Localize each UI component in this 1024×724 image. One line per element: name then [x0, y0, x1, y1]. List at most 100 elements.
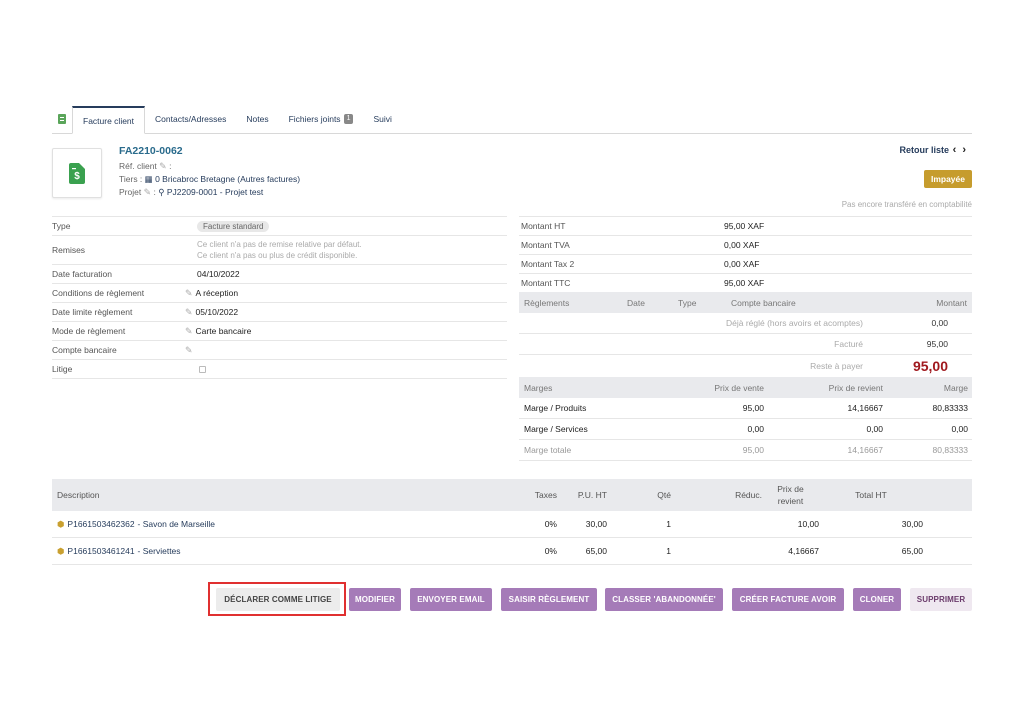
- invoice-info-table: Type Facture standard Remises Ce client …: [52, 216, 507, 379]
- nav-arrows: ‹›: [953, 144, 972, 156]
- edit-pencil-icon[interactable]: ✎: [185, 288, 193, 299]
- row-facture: Facturé 95,00: [519, 334, 972, 355]
- amounts-table: Montant HT 95,00 XAF Montant TVA 0,00 XAF …: [519, 216, 972, 293]
- remises-line2: Ce client n'a pas ou plus de crédit disp…: [197, 251, 358, 260]
- h-pr-line1: Prix de: [777, 484, 804, 494]
- margins-header: Marges Prix de vente Prix de revient Mar…: [519, 377, 972, 398]
- product-ref-link[interactable]: P1661503461241: [67, 546, 134, 556]
- projet-line: Projet ✎ : ⚲ PJ2209-0001 - Projet test: [119, 187, 263, 198]
- h-pr-line2: revient: [777, 496, 804, 506]
- h-prix-revient: Prix de revient: [828, 382, 883, 393]
- margin-row-total: Marge totale 95,00 14,16667 80,83333: [519, 440, 972, 461]
- date-fact-value: 04/10/2022: [197, 269, 240, 279]
- retour-liste-link[interactable]: Retour liste: [899, 145, 949, 155]
- date-fact-label: Date facturation: [52, 269, 113, 279]
- type-label: Type: [52, 221, 71, 231]
- tab-notes[interactable]: Notes: [236, 105, 278, 133]
- payments-table: Règlements Date Type Compte bancaire Mon…: [519, 292, 972, 376]
- envoyer-email-button[interactable]: ENVOYER EMAIL: [410, 588, 492, 611]
- h-total: Total HT: [855, 490, 887, 500]
- building-icon: ▦: [144, 174, 153, 184]
- compta-status: Pas encore transféré en comptabilité: [841, 200, 972, 209]
- deja-value: 0,00: [931, 318, 948, 328]
- compte-label: Compte bancaire: [52, 345, 117, 355]
- h-qte: Qté: [657, 490, 671, 500]
- tva-label: Montant TVA: [521, 240, 570, 250]
- edit-pencil-icon[interactable]: ✎: [159, 161, 167, 171]
- h-pu: P.U. HT: [577, 490, 607, 500]
- tva-value: 0,00 XAF: [724, 240, 760, 250]
- product-ref-link[interactable]: P1661503462362: [67, 519, 134, 529]
- reste-value: 95,00: [912, 357, 948, 374]
- projet-link[interactable]: PJ2209-0001 - Projet test: [167, 187, 263, 197]
- margin-pr: 0,00: [866, 424, 883, 434]
- tiers-link[interactable]: 0 Bricabroc Bretagne (Autres factures): [155, 174, 300, 184]
- tab-fichiers[interactable]: Fichiers joints 1: [279, 105, 364, 133]
- projet-label: Projet: [119, 187, 142, 197]
- reste-label: Reste à payer: [810, 360, 863, 371]
- product-icon: ⬢: [57, 545, 65, 556]
- saisir-reglement-button[interactable]: SAISIR RÈGLEMENT: [501, 588, 597, 611]
- project-icon: ⚲: [158, 187, 165, 197]
- cond-label: Conditions de règlement: [52, 288, 145, 298]
- margin-value: 80,83333: [932, 445, 968, 455]
- h-reglements: Règlements: [524, 297, 570, 308]
- chevron-left-icon[interactable]: ‹: [953, 144, 963, 156]
- row-litige: Litige: [52, 360, 507, 379]
- h-date: Date: [627, 297, 645, 308]
- remises-label: Remises: [52, 245, 86, 255]
- row-deja-regle: Déjà réglé (hors avoirs et acomptes) 0,0…: [519, 313, 972, 334]
- h-taxes: Taxes: [534, 490, 557, 500]
- h-compte: Compte bancaire: [731, 297, 796, 308]
- mode-label: Mode de règlement: [52, 326, 126, 336]
- tax2-label: Montant Tax 2: [521, 259, 575, 269]
- declarer-litige-button[interactable]: DÉCLARER COMME LITIGE: [216, 588, 340, 611]
- row-reste: Reste à payer 95,00: [519, 355, 972, 376]
- h-prix-revient: Prix de revient: [762, 483, 819, 507]
- margin-label: Marge totale: [524, 445, 572, 455]
- margin-value: 0,00: [951, 424, 968, 434]
- margins-table: Marges Prix de vente Prix de revient Mar…: [519, 377, 972, 461]
- row-date-limite: Date limite règlement ✎ 05/10/2022: [52, 303, 507, 322]
- edit-pencil-icon[interactable]: ✎: [144, 187, 152, 197]
- tab-contacts[interactable]: Contacts/Adresses: [145, 105, 236, 133]
- edit-pencil-icon[interactable]: ✎: [185, 307, 193, 318]
- h-montant: Montant: [936, 297, 967, 308]
- line-pr: 10,00: [797, 519, 819, 529]
- status-badge: Impayée: [923, 170, 972, 188]
- modifier-button[interactable]: MODIFIER: [349, 588, 401, 611]
- edit-pencil-icon[interactable]: ✎: [185, 326, 193, 337]
- creer-avoir-button[interactable]: CRÉER FACTURE AVOIR: [732, 588, 844, 611]
- litige-checkbox[interactable]: [199, 365, 206, 373]
- tab-facture-client[interactable]: Facture client: [72, 106, 146, 134]
- row-montant-tva: Montant TVA 0,00 XAF: [519, 236, 972, 255]
- projet-sep: :: [153, 187, 156, 197]
- chevron-right-icon[interactable]: ›: [962, 144, 972, 156]
- row-conditions: Conditions de règlement ✎ A réception: [52, 284, 507, 303]
- deja-label: Déjà réglé (hors avoirs et acomptes): [725, 318, 863, 328]
- tab-fichiers-label: Fichiers joints: [288, 114, 341, 124]
- mode-value: Carte bancaire: [195, 326, 252, 336]
- margin-pv: 95,00: [742, 445, 764, 455]
- date-lim-value: 05/10/2022: [195, 307, 239, 317]
- attachment-count-badge: 1: [343, 114, 354, 124]
- tab-invoice-icon[interactable]: [52, 105, 72, 133]
- ht-label: Montant HT: [521, 221, 566, 231]
- cond-value: A réception: [195, 288, 239, 298]
- classer-abandonnee-button[interactable]: CLASSER 'ABANDONNÉE': [605, 588, 723, 611]
- row-mode: Mode de règlement ✎ Carte bancaire: [52, 322, 507, 341]
- h-marge: Marge: [943, 382, 968, 393]
- ref-client-line: Réf. client ✎ :: [119, 161, 171, 172]
- supprimer-button[interactable]: SUPPRIMER: [910, 588, 972, 611]
- edit-pencil-icon[interactable]: ✎: [185, 345, 193, 356]
- cloner-button[interactable]: CLONER: [853, 588, 901, 611]
- row-date-fact: Date facturation 04/10/2022: [52, 265, 507, 284]
- ht-value: 95,00 XAF: [724, 221, 765, 231]
- product-label: - Serviettes: [137, 546, 181, 556]
- facture-value: 95,00: [926, 339, 948, 349]
- row-remises: Remises Ce client n'a pas de remise rela…: [52, 236, 507, 265]
- tab-suivi[interactable]: Suivi: [363, 105, 401, 133]
- lines-header: Description Taxes P.U. HT Qté Réduc. Pri…: [52, 479, 972, 511]
- h-prix-vente: Prix de vente: [714, 382, 764, 393]
- margin-label: Marge / Services: [524, 424, 588, 434]
